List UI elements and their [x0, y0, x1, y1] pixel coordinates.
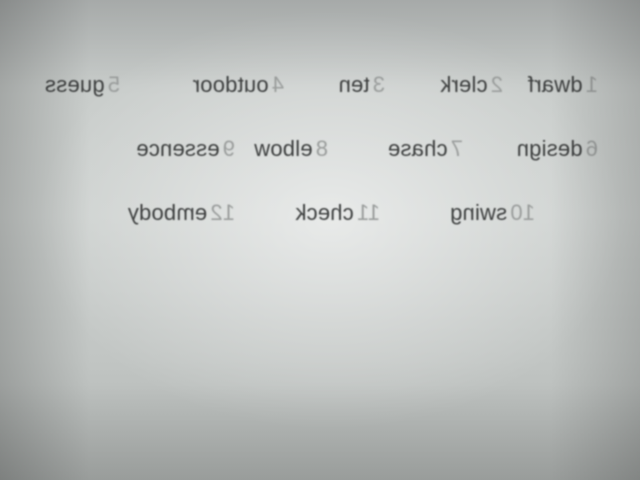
word-number: 8: [315, 136, 328, 161]
word-item-12: 12embody: [128, 198, 235, 228]
word-text: chase: [387, 136, 448, 161]
word-text: essence: [136, 136, 220, 161]
word-item-10: 10swing: [450, 198, 535, 228]
word-item-11: 11check: [295, 198, 380, 228]
word-number: 4: [271, 72, 284, 97]
word-text: check: [295, 200, 354, 225]
word-text: outdoor: [192, 72, 269, 97]
word-number: 12: [210, 200, 235, 225]
word-text: elbow: [254, 136, 313, 161]
word-item-1: 1dwarf: [528, 70, 598, 100]
word-row-1: 1dwarf 2clerk 3ten 4outdoor 5guess: [0, 70, 640, 100]
word-number: 10: [510, 200, 535, 225]
word-item-3: 3ten: [338, 70, 385, 100]
word-text: ten: [338, 72, 370, 97]
word-number: 5: [107, 72, 120, 97]
word-number: 1: [585, 72, 598, 97]
word-item-4: 4outdoor: [193, 70, 284, 100]
word-number: 9: [222, 136, 235, 161]
word-item-2: 2clerk: [440, 70, 503, 100]
word-number: 6: [585, 136, 598, 161]
word-number: 11: [356, 200, 380, 225]
word-item-6: 6design: [517, 134, 598, 164]
word-number: 7: [450, 136, 463, 161]
word-item-7: 7chase: [388, 134, 463, 164]
word-row-2: 6design 7chase 8elbow 9essence: [0, 134, 640, 164]
word-text: dwarf: [527, 72, 583, 97]
word-item-9: 9essence: [136, 134, 235, 164]
word-text: clerk: [440, 72, 488, 97]
word-text: swing: [449, 200, 508, 225]
word-item-5: 5guess: [45, 70, 120, 100]
word-text: guess: [44, 72, 105, 97]
word-row-3: 10swing 11check 12embody: [0, 198, 640, 228]
word-text: embody: [127, 200, 208, 225]
word-number: 2: [490, 72, 503, 97]
word-item-8: 8elbow: [254, 134, 328, 164]
word-text: design: [516, 136, 583, 161]
paper-sheet: 1dwarf 2clerk 3ten 4outdoor 5guess 6desi…: [0, 0, 640, 480]
word-number: 3: [372, 72, 385, 97]
